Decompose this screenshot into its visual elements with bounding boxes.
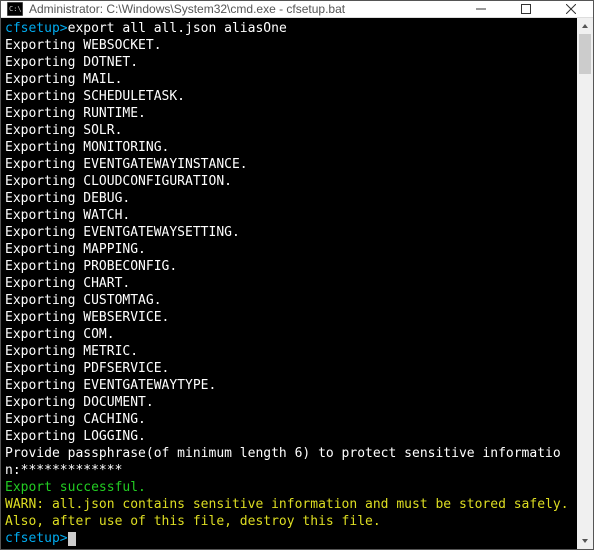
export-line: Exporting METRIC. [5, 344, 138, 359]
close-button[interactable] [548, 1, 593, 17]
export-line: Exporting COM. [5, 327, 115, 342]
cmd-icon: C:\ [7, 2, 23, 16]
svg-text:C:\: C:\ [9, 5, 22, 13]
scrollbar-thumb[interactable] [579, 34, 591, 74]
export-line: Exporting CACHING. [5, 412, 146, 427]
export-line: Exporting WEBSERVICE. [5, 310, 169, 325]
vertical-scrollbar[interactable] [577, 18, 593, 549]
export-line: Exporting WEBSOCKET. [5, 38, 162, 53]
export-line: Exporting EVENTGATEWAYSETTING. [5, 225, 240, 240]
terminal-output[interactable]: cfsetup>export all all.json aliasOne Exp… [1, 18, 577, 549]
window-controls [458, 1, 593, 17]
export-line: Exporting MAIL. [5, 72, 122, 87]
export-line: Exporting PROBECONFIG. [5, 259, 177, 274]
export-line: Exporting DEBUG. [5, 191, 130, 206]
minimize-button[interactable] [458, 1, 503, 17]
warn-line: WARN: all.json contains sensitive inform… [5, 497, 576, 529]
scroll-up-arrow[interactable] [577, 18, 593, 34]
terminal-area: cfsetup>export all all.json aliasOne Exp… [1, 18, 593, 549]
success-line: Export successful. [5, 480, 146, 495]
scroll-down-arrow[interactable] [577, 533, 593, 549]
command-prompt-window: C:\ Administrator: C:\Windows\System32\c… [0, 0, 594, 550]
titlebar[interactable]: C:\ Administrator: C:\Windows\System32\c… [1, 1, 593, 18]
export-line: Exporting EVENTGATEWAYINSTANCE. [5, 157, 248, 172]
scrollbar-track[interactable] [577, 34, 593, 533]
export-line: Exporting MAPPING. [5, 242, 146, 257]
prompt: cfsetup> [5, 531, 68, 546]
passphrase-line: Provide passphrase(of minimum length 6) … [5, 446, 561, 478]
export-line: Exporting CLOUDCONFIGURATION. [5, 174, 232, 189]
export-line: Exporting CUSTOMTAG. [5, 293, 162, 308]
export-line: Exporting CHART. [5, 276, 130, 291]
export-line: Exporting DOTNET. [5, 55, 138, 70]
maximize-button[interactable] [503, 1, 548, 17]
export-line: Exporting RUNTIME. [5, 106, 146, 121]
export-line: Exporting SOLR. [5, 123, 122, 138]
command-text: export all all.json aliasOne [68, 21, 287, 36]
export-line: Exporting DOCUMENT. [5, 395, 154, 410]
prompt: cfsetup> [5, 21, 68, 36]
export-line: Exporting MONITORING. [5, 140, 169, 155]
export-line: Exporting EVENTGATEWAYTYPE. [5, 378, 216, 393]
window-title: Administrator: C:\Windows\System32\cmd.e… [29, 2, 458, 16]
export-line: Exporting LOGGING. [5, 429, 146, 444]
export-line: Exporting WATCH. [5, 208, 130, 223]
export-line: Exporting SCHEDULETASK. [5, 89, 185, 104]
cursor [68, 532, 76, 546]
export-line: Exporting PDFSERVICE. [5, 361, 169, 376]
